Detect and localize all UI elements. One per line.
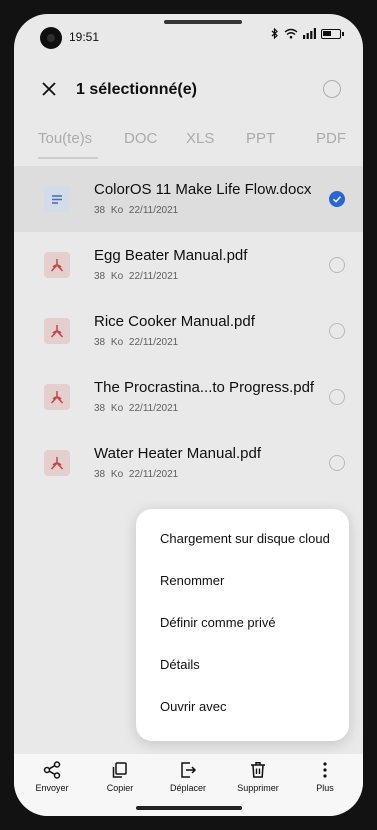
trash-icon	[251, 762, 265, 778]
menu-item-details[interactable]: Détails	[160, 657, 200, 672]
home-indicator[interactable]	[136, 806, 242, 810]
delete-label: Supprimer	[237, 783, 279, 793]
more-icon	[323, 762, 327, 778]
more-label: Plus	[316, 783, 334, 793]
send-label: Envoyer	[35, 783, 69, 793]
copy-button[interactable]: Copier	[88, 760, 152, 793]
menu-item-set-private[interactable]: Définir comme privé	[160, 615, 276, 630]
more-button[interactable]: Plus	[293, 760, 357, 793]
move-icon	[181, 762, 197, 778]
delete-button[interactable]: Supprimer	[226, 760, 290, 793]
move-button[interactable]: Déplacer	[156, 760, 220, 793]
share-icon	[43, 761, 61, 779]
send-button[interactable]: Envoyer	[20, 760, 84, 793]
menu-item-rename[interactable]: Renommer	[160, 573, 224, 588]
copy-icon	[112, 762, 127, 778]
menu-item-open-with[interactable]: Ouvrir avec	[160, 699, 226, 714]
menu-item-cloud-upload[interactable]: Chargement sur disque cloud	[160, 531, 330, 546]
move-label: Déplacer	[169, 783, 207, 793]
copy-label: Copier	[106, 783, 134, 793]
more-options-menu: Chargement sur disque cloud Renommer Déf…	[136, 509, 349, 741]
phone-screen: 19:51 1 sélectionné(e) Tou(te)s DOC XLS …	[14, 14, 363, 816]
phone-frame: 19:51 1 sélectionné(e) Tou(te)s DOC XLS …	[0, 0, 377, 830]
